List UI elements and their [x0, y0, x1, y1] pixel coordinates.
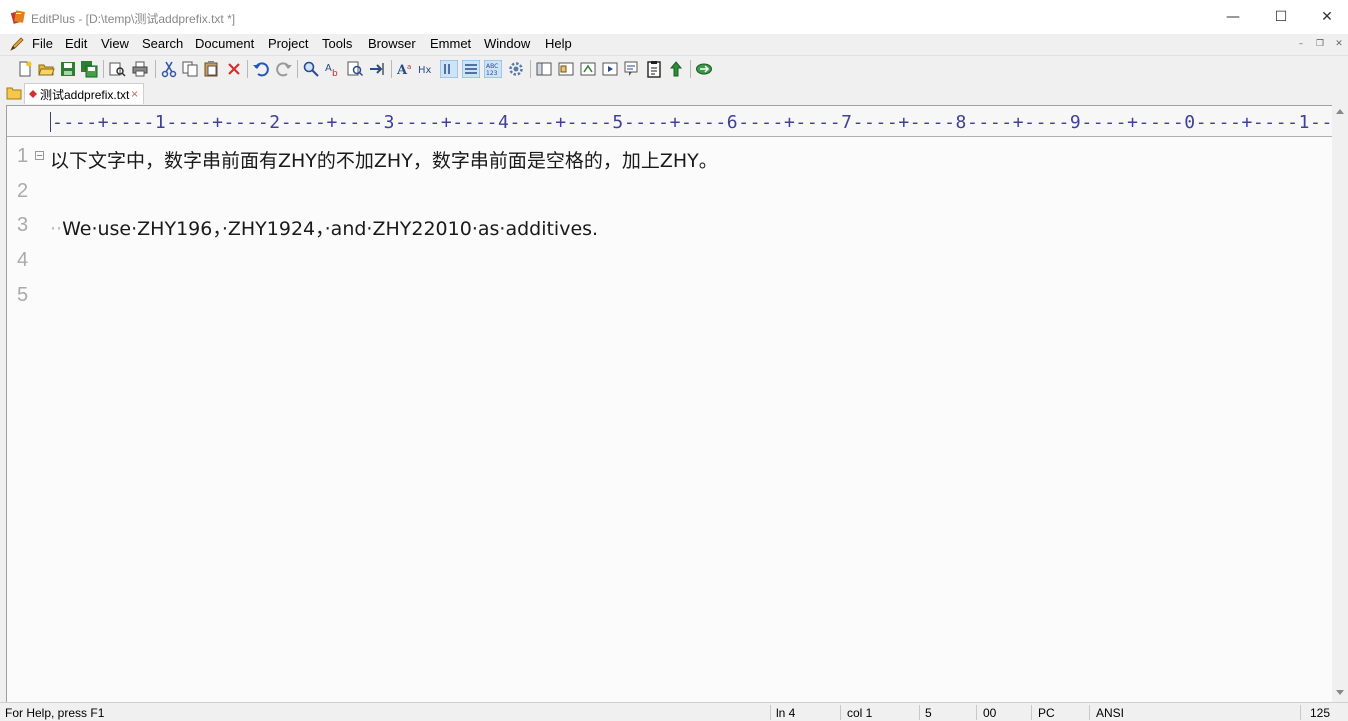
- save-all-icon[interactable]: [80, 60, 98, 78]
- toolbar: Ab Aa Hx ABC 123: [0, 55, 1348, 83]
- save-icon[interactable]: [59, 60, 77, 78]
- line-numbers-icon[interactable]: [462, 60, 480, 78]
- menu-edit[interactable]: Edit: [65, 36, 87, 51]
- clipboard-monitor-icon[interactable]: [645, 60, 663, 78]
- status-column: col 1: [847, 706, 873, 720]
- text-line[interactable]: 以下文字中，数字串前面有ZHY的不加ZHY，数字串前面是空格的，加上ZHY。: [50, 146, 718, 173]
- mdi-restore-button[interactable]: ❐: [1313, 38, 1327, 50]
- status-bar: For Help, press F1 ln 4 col 1 5 00 PC AN…: [0, 702, 1348, 721]
- modified-marker-icon: [29, 90, 37, 98]
- print-preview-icon[interactable]: [108, 60, 126, 78]
- redo-icon[interactable]: [275, 60, 293, 78]
- close-window-button[interactable]: ✕: [1304, 0, 1348, 34]
- status-line-ending: PC: [1038, 706, 1055, 720]
- maximize-button[interactable]: ☐: [1258, 0, 1304, 34]
- menu-view[interactable]: View: [101, 36, 129, 51]
- editor-area[interactable]: ----+----1----+----2----+----3----+----4…: [6, 105, 1333, 702]
- folder-icon[interactable]: [6, 85, 22, 101]
- menu-browser[interactable]: Browser: [368, 36, 416, 51]
- menu-document[interactable]: Document: [195, 36, 254, 51]
- output-window-icon[interactable]: [623, 60, 641, 78]
- paste-icon[interactable]: [202, 60, 220, 78]
- print-icon[interactable]: [131, 60, 149, 78]
- cut-icon[interactable]: [160, 60, 178, 78]
- replace-icon[interactable]: Ab: [324, 60, 342, 78]
- line-number: 3: [17, 214, 29, 236]
- hex-view-icon[interactable]: Hx: [418, 60, 436, 78]
- ruler: ----+----1----+----2----+----3----+----4…: [7, 106, 1333, 137]
- pencil-icon[interactable]: [9, 36, 25, 52]
- open-folder-icon[interactable]: [37, 60, 55, 78]
- status-line: ln 4: [776, 706, 796, 720]
- status-value-2: 00: [983, 706, 997, 720]
- spell-check-icon[interactable]: ABC123: [484, 60, 502, 78]
- whitespace-marker: ··: [50, 218, 63, 240]
- directory-window-icon[interactable]: [535, 60, 553, 78]
- scroll-down-icon[interactable]: [1336, 690, 1344, 695]
- status-value-1: 5: [925, 706, 932, 720]
- goto-line-icon[interactable]: [368, 60, 386, 78]
- line-number: 5: [17, 284, 29, 306]
- svg-text:Hx: Hx: [418, 65, 432, 76]
- svg-text:ABC: ABC: [486, 63, 498, 70]
- status-help-text: For Help, press F1: [5, 706, 105, 720]
- text-line[interactable]: ··We·use·ZHY196，·ZHY1924，·and·ZHY22010·a…: [50, 214, 598, 241]
- find-in-files-icon[interactable]: [346, 60, 364, 78]
- find-icon[interactable]: [302, 60, 320, 78]
- menu-search[interactable]: Search: [142, 36, 183, 51]
- svg-text:A: A: [325, 63, 332, 74]
- user-tool-icon[interactable]: [579, 60, 597, 78]
- tab-document[interactable]: 测试addprefix.txt ×: [24, 83, 144, 104]
- menu-file[interactable]: File: [32, 36, 53, 51]
- status-zoom: 125: [1310, 706, 1331, 720]
- status-encoding: ANSI: [1096, 706, 1125, 720]
- menu-tools[interactable]: Tools: [322, 36, 352, 51]
- document-tab-bar: 测试addprefix.txt ×: [0, 82, 1348, 104]
- word-wrap-icon[interactable]: [440, 60, 458, 78]
- minimize-button[interactable]: —: [1210, 0, 1256, 34]
- undo-icon[interactable]: [252, 60, 270, 78]
- line-number: 2: [17, 180, 29, 202]
- title-bar: EditPlus - [D:\temp\测试addprefix.txt *] —…: [0, 0, 1348, 34]
- line-number: 4: [17, 249, 29, 271]
- menu-help[interactable]: Help: [545, 36, 572, 51]
- svg-text:b: b: [332, 69, 338, 78]
- ruler-start-marker: [50, 112, 51, 132]
- window-title: EditPlus - [D:\temp\测试addprefix.txt *]: [31, 12, 236, 26]
- green-arrow-icon[interactable]: [667, 60, 685, 78]
- copy-icon[interactable]: [181, 60, 199, 78]
- settings-gear-icon[interactable]: [507, 60, 525, 78]
- cliptext-window-icon[interactable]: [557, 60, 575, 78]
- tab-close-icon[interactable]: ×: [130, 89, 138, 100]
- ftp-upload-icon[interactable]: [695, 60, 713, 78]
- text-content: We·use·ZHY196，·ZHY1924，·and·ZHY22010·as·…: [62, 218, 599, 240]
- tab-label: 测试addprefix.txt: [40, 87, 130, 102]
- menu-emmet[interactable]: Emmet: [430, 36, 471, 51]
- scroll-up-icon[interactable]: [1336, 109, 1344, 114]
- editplus-app-icon[interactable]: [10, 9, 26, 25]
- line-number: 1: [17, 145, 29, 167]
- menu-project[interactable]: Project: [268, 36, 308, 51]
- svg-text:a: a: [407, 63, 411, 71]
- font-icon[interactable]: Aa: [396, 60, 414, 78]
- svg-text:123: 123: [486, 70, 498, 77]
- mdi-minimize-button[interactable]: –: [1294, 38, 1308, 50]
- vertical-scrollbar[interactable]: [1332, 105, 1348, 702]
- delete-icon[interactable]: [225, 60, 243, 78]
- browser-preview-icon[interactable]: [601, 60, 619, 78]
- ruler-scale: ----+----1----+----2----+----3----+----4…: [52, 112, 1333, 133]
- new-file-icon[interactable]: [16, 60, 34, 78]
- mdi-close-button[interactable]: ✕: [1332, 38, 1346, 50]
- menu-window[interactable]: Window: [484, 36, 530, 51]
- fold-toggle-icon[interactable]: −: [35, 151, 44, 160]
- menu-bar: File Edit View Search Document Project T…: [0, 34, 1348, 54]
